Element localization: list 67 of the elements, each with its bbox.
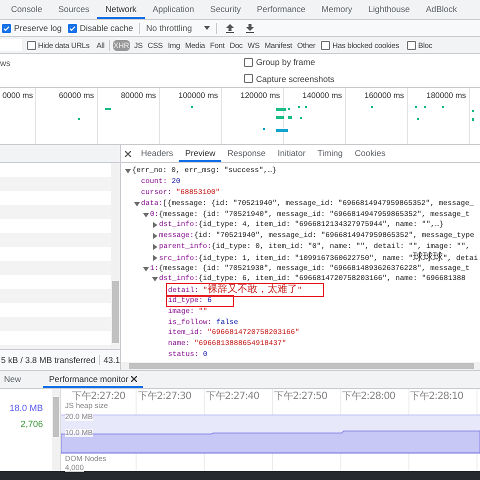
detail-tab[interactable]: Response — [221, 145, 272, 162]
drawer-tab[interactable]: Performance monitor — [43, 371, 144, 388]
time-tick-label: 60000 ms — [58, 91, 94, 100]
time-label: 下午2:28:00 — [342, 391, 396, 402]
panel-tab[interactable]: Memory — [314, 0, 360, 19]
disclosure-triangle-icon[interactable] — [152, 233, 158, 240]
scrollbar-thumb[interactable] — [112, 281, 119, 343]
drawer-tab[interactable]: New — [0, 371, 26, 388]
disclosure-triangle-icon[interactable] — [152, 254, 158, 261]
panel-tab[interactable]: AdBlock — [418, 0, 466, 19]
disclosure-triangle-icon[interactable] — [152, 222, 158, 228]
disclosure-triangle-icon[interactable] — [143, 266, 149, 272]
detail-tab[interactable]: Cookies — [348, 145, 392, 162]
checkbox[interactable] — [2, 24, 11, 32]
close-icon[interactable] — [125, 150, 131, 156]
checkbox[interactable] — [407, 40, 416, 50]
vertical-scrollbar[interactable] — [52, 389, 60, 471]
checkbox[interactable] — [244, 74, 253, 84]
time-label: 下午2:27:50 — [274, 391, 328, 402]
disclosure-triangle-icon[interactable] — [143, 212, 149, 218]
time-label: 下午2:27:20 — [72, 391, 126, 402]
panel-tab[interactable]: Application — [144, 0, 202, 19]
panel-tab[interactable]: Console — [3, 0, 50, 19]
checkbox[interactable] — [321, 40, 330, 50]
time-tick-label: 160000 ms — [364, 91, 404, 100]
disclosure-triangle-icon[interactable] — [152, 244, 158, 250]
detail-tab[interactable]: Timing — [312, 145, 349, 162]
time-label: 下午2:27:40 — [206, 391, 260, 402]
disclosure-triangle-icon[interactable] — [152, 276, 158, 282]
panel-tab[interactable]: Performance — [248, 0, 314, 19]
disclosure-triangle-icon[interactable] — [125, 168, 131, 174]
checkbox-label[interactable]: Capture screenshots — [256, 74, 334, 84]
checkbox[interactable] — [68, 24, 77, 32]
time-tick-label: 100000 ms — [178, 91, 218, 100]
load-summary: 43.1 — [102, 355, 120, 365]
detail-tab[interactable]: Headers — [135, 145, 180, 162]
close-icon[interactable] — [131, 376, 138, 382]
disclosure-triangle-icon[interactable] — [134, 200, 140, 207]
scrollbar-thumb[interactable] — [129, 363, 474, 369]
download-icon[interactable] — [246, 24, 254, 32]
detail-tab[interactable]: Initiator — [272, 145, 312, 162]
time-label: 下午2:28:10 — [410, 391, 464, 402]
caret-icon — [204, 26, 210, 30]
time-label: 下午2:27:30 — [138, 391, 192, 402]
time-tick-label: 0000 ms — [2, 91, 33, 100]
vertical-scrollbar[interactable] — [111, 163, 120, 349]
time-tick-label: 180000 ms — [426, 91, 466, 100]
checkbox-label[interactable]: Disable cache — [80, 23, 134, 33]
checkbox-label[interactable]: Group by frame — [256, 57, 316, 68]
panel-tab[interactable]: Sources — [50, 0, 98, 19]
panel-tab[interactable]: Security — [202, 0, 249, 19]
panel-tab[interactable]: Lighthouse — [360, 0, 418, 19]
transfer-summary: 5 kB / 3.8 MB transferred — [0, 355, 100, 365]
throttling-dropdown[interactable]: No throttling — [146, 23, 210, 33]
metric-value: 18.0 MB — [9, 403, 43, 413]
upload-icon[interactable] — [226, 24, 234, 32]
checkbox-label[interactable]: Preserve log — [14, 23, 62, 33]
time-tick-label: 120000 ms — [240, 91, 280, 100]
horizontal-scrollbar[interactable] — [121, 362, 480, 370]
metric-value: 2,706 — [20, 419, 43, 429]
checkbox[interactable] — [244, 58, 253, 67]
time-tick-label: 80000 ms — [120, 91, 156, 100]
checkbox[interactable] — [27, 40, 36, 50]
time-tick-label: 140000 ms — [302, 91, 342, 100]
option-text: ws — [0, 58, 10, 68]
detail-tab[interactable]: Preview — [179, 145, 222, 162]
scrollbar-thumb[interactable] — [53, 397, 59, 437]
